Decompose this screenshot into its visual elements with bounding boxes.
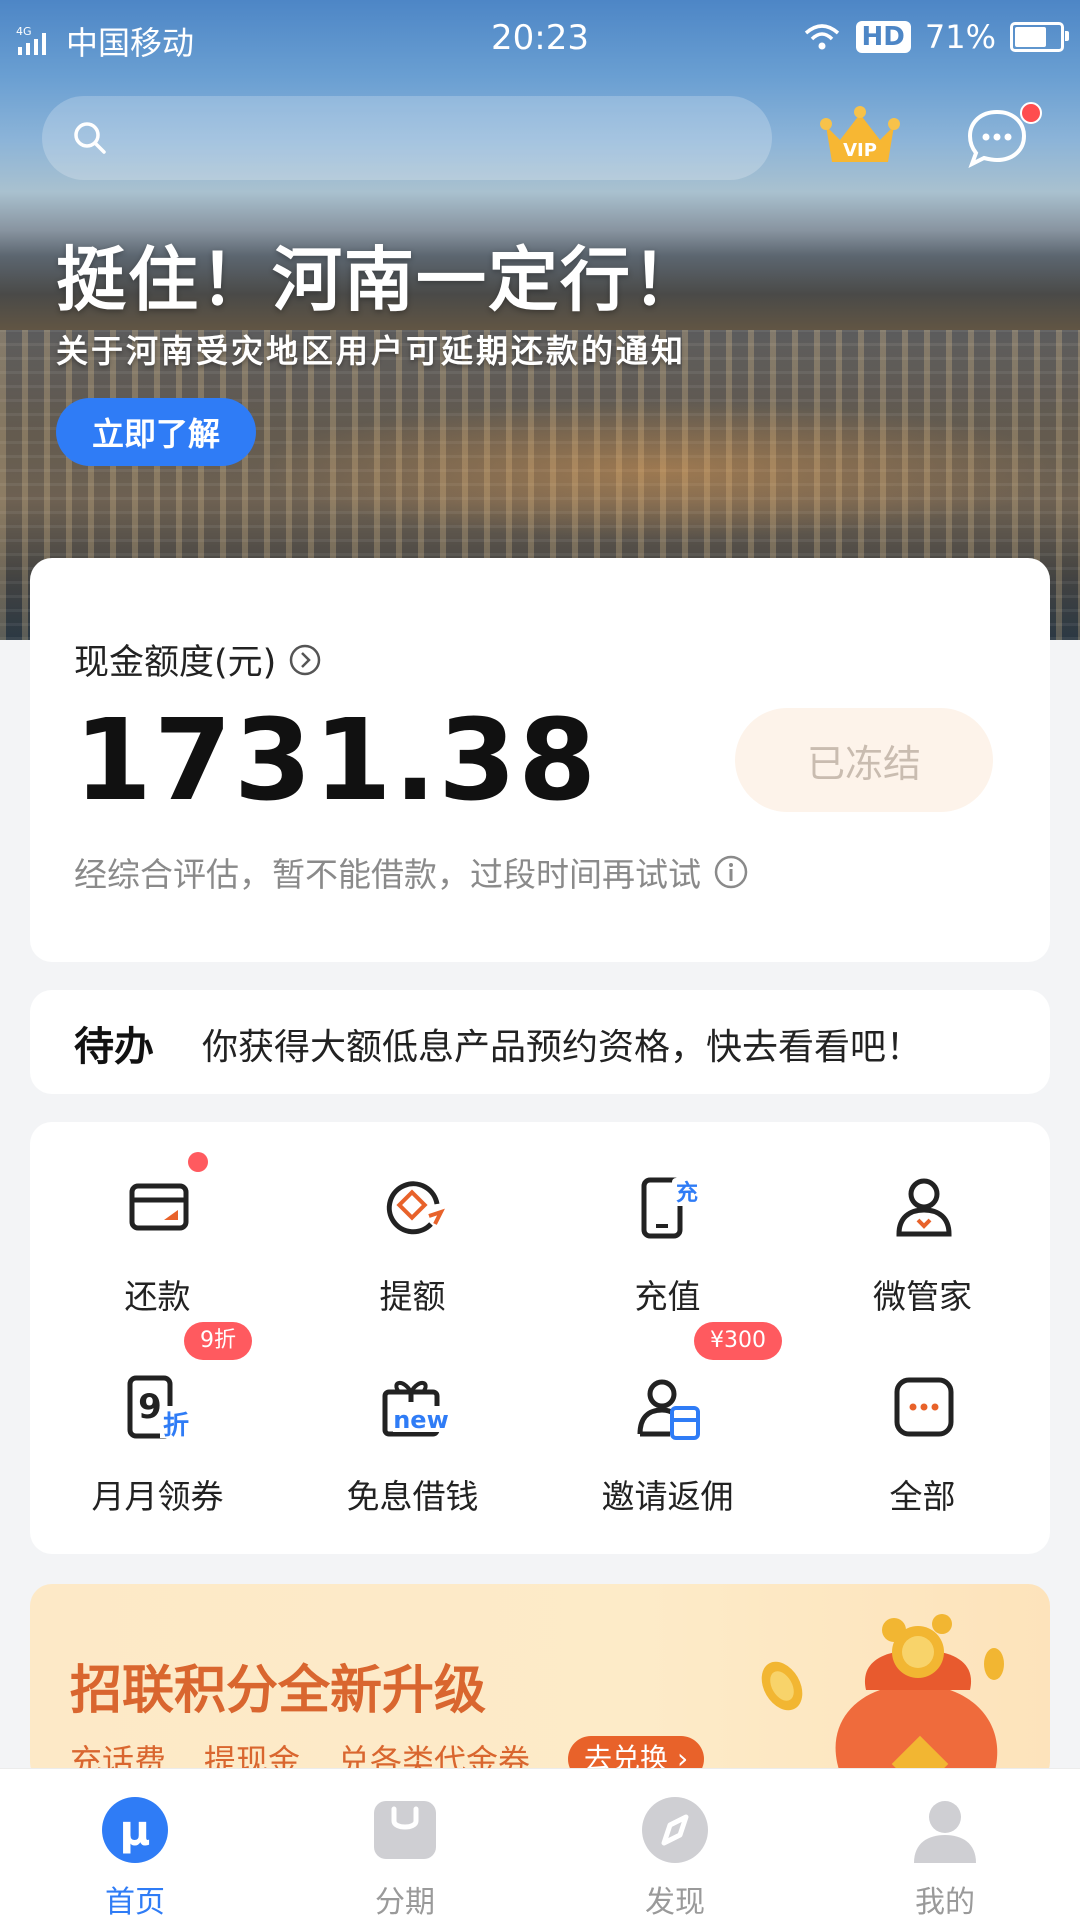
credit-amount: 1731.38: [74, 696, 599, 826]
battery-percent: 71%: [924, 18, 996, 56]
frozen-status-button[interactable]: 已冻结: [735, 708, 993, 812]
battery-icon: [1010, 22, 1069, 52]
tab-profile[interactable]: 我的: [810, 1769, 1080, 1921]
wifi-icon: [804, 24, 839, 50]
unread-dot: [1020, 102, 1042, 124]
vip-crown-icon[interactable]: VIP: [818, 104, 902, 174]
home-icon: μ: [102, 1797, 168, 1863]
todo-bar[interactable]: 待办 你获得大额低息产品预约资格，快去看看吧！: [30, 990, 1050, 1094]
tab-installment[interactable]: 分期: [270, 1769, 540, 1921]
banner-title: 挺住！河南一定行！: [56, 239, 704, 321]
service-label: 月月领券: [91, 1477, 224, 1516]
service-interest-free[interactable]: new 免息借钱: [285, 1332, 540, 1516]
search-icon: [74, 122, 106, 154]
hero-banner[interactable]: 4G 中国移动 20:23 HD 71% VIP 挺住！河南一定行！ 关于河南受…: [0, 0, 1080, 640]
service-label: 邀请返佣: [601, 1477, 734, 1516]
service-raise-limit[interactable]: 提额: [285, 1132, 540, 1316]
credit-card: 现金额度(元) 1731.38 已冻结 经综合评估，暂不能借款，过段时间再试试: [30, 558, 1050, 962]
promo-title: 招联积分全新升级: [70, 1661, 487, 1721]
chevron-right-circle-icon[interactable]: [288, 643, 322, 677]
service-label: 充值: [634, 1277, 701, 1316]
svg-text:μ: μ: [120, 1806, 151, 1855]
service-label: 微管家: [873, 1277, 972, 1316]
tab-label: 分期: [375, 1885, 435, 1920]
svg-text:9: 9: [138, 1387, 162, 1427]
service-all[interactable]: 全部: [795, 1332, 1050, 1516]
recharge-icon: 充: [641, 1177, 702, 1239]
more-icon: [894, 1377, 954, 1437]
svg-text:VIP: VIP: [843, 140, 877, 161]
service-label: 全部: [889, 1477, 956, 1516]
repay-dot: [188, 1152, 208, 1172]
credit-label-row[interactable]: 现金额度(元): [74, 634, 322, 685]
credit-label: 现金额度(元): [74, 643, 277, 683]
reward-badge: ¥300: [694, 1322, 782, 1360]
profile-icon: [914, 1801, 976, 1863]
bottom-tab-bar: μ 首页 分期 发现 我的: [0, 1768, 1080, 1921]
search-input[interactable]: [42, 96, 772, 180]
service-label: 还款: [124, 1277, 191, 1316]
status-bar: 4G 中国移动 20:23 HD 71%: [0, 0, 1080, 80]
installment-icon: [374, 1801, 436, 1859]
battery-level: [1015, 27, 1046, 47]
svg-text:new: new: [393, 1406, 449, 1434]
points-promo-banner[interactable]: 招联积分全新升级 充话费 提现金 兑各类代金券 去兑换 ›: [30, 1584, 1050, 1784]
service-repay[interactable]: 还款: [30, 1132, 285, 1316]
tab-label: 我的: [915, 1885, 975, 1920]
tab-label: 首页: [105, 1885, 165, 1920]
service-grid: 还款 提额 充 充值 微管家 9 折 9折 月月领券 new 免息借钱 ¥300…: [30, 1122, 1050, 1554]
banner-subtitle: 关于河南受灾地区用户可延期还款的通知: [56, 332, 687, 370]
credit-note: 经综合评估，暂不能借款，过段时间再试试: [74, 848, 749, 896]
repay-icon: [129, 1183, 189, 1231]
service-butler[interactable]: 微管家: [795, 1132, 1050, 1316]
raise-limit-icon: [386, 1181, 445, 1235]
svg-text:充: 充: [676, 1180, 698, 1206]
service-label: 提额: [379, 1277, 446, 1316]
invite-icon: [637, 1379, 700, 1440]
discount-badge: 9折: [184, 1322, 252, 1360]
monthly-coupon-icon: 9 折: [127, 1375, 192, 1441]
service-invite[interactable]: ¥300 邀请返佣: [540, 1322, 795, 1516]
tab-label: 发现: [645, 1885, 705, 1920]
service-recharge[interactable]: 充 充值: [540, 1132, 795, 1316]
hd-badge: HD: [855, 21, 911, 53]
todo-label: 待办: [74, 1024, 154, 1070]
tab-home[interactable]: μ 首页: [0, 1769, 270, 1921]
status-right: HD 71%: [802, 18, 1069, 56]
butler-icon: [896, 1178, 952, 1237]
todo-text: 你获得大额低息产品预约资格，快去看看吧！: [202, 1027, 923, 1068]
service-label: 免息借钱: [346, 1477, 479, 1516]
credit-note-text: 经综合评估，暂不能借款，过段时间再试试: [74, 855, 701, 894]
learn-more-button[interactable]: 立即了解: [56, 398, 256, 466]
interest-free-icon: new: [382, 1381, 449, 1437]
svg-text:折: 折: [163, 1411, 189, 1441]
discover-icon: [642, 1797, 708, 1863]
tab-discover[interactable]: 发现: [540, 1769, 810, 1921]
city-lights: [250, 400, 1070, 540]
money-bag-illustration: [761, 1614, 1044, 1784]
info-icon[interactable]: [713, 854, 749, 890]
service-monthly-coupon[interactable]: 9 折 9折 月月领券: [30, 1322, 285, 1516]
